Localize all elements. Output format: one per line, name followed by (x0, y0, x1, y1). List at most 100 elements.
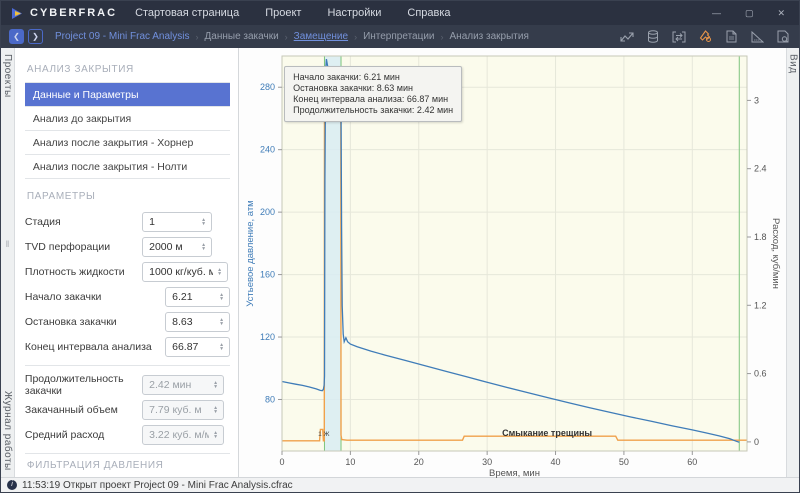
chart-tooltip: Начало закачки: 6.21 мин Остановка закач… (284, 66, 462, 122)
injection-stop-input[interactable] (166, 316, 217, 328)
svg-text:20: 20 (414, 457, 424, 467)
derived-row-injected-volume: Закачанный объем ▲▼ (25, 397, 230, 422)
divider (25, 453, 230, 454)
param-label: TVD перфорации (25, 241, 142, 253)
nav-after-closure-horner[interactable]: Анализ после закрытия - Хорнер (25, 131, 230, 155)
param-label: Стадия (25, 216, 142, 228)
tooltip-line: Продолжительность закачки: 2.42 мин (293, 105, 453, 116)
param-label: Остановка закачки (25, 316, 165, 328)
injection-start-stepper[interactable]: ▲▼ (165, 287, 230, 307)
tvd-input[interactable] (143, 241, 199, 253)
close-button[interactable]: ✕ (777, 8, 785, 19)
param-row-injection-stop: Остановка закачки ▲▼ (25, 309, 230, 334)
app-window: CYBERFRAC Стартовая страница Проект Наст… (0, 0, 800, 493)
transfer-icon[interactable] (671, 29, 687, 45)
injected-volume-value (143, 404, 211, 416)
svg-text:Время, мин: Время, мин (489, 468, 540, 479)
breadcrumb-injection-data[interactable]: Данные закачки (205, 31, 279, 42)
svg-text:2.4: 2.4 (754, 164, 767, 174)
menu-settings[interactable]: Настройки (327, 7, 381, 19)
svg-text:Устьевое давление, атм: Устьевое давление, атм (245, 200, 256, 306)
spinner-arrows-icon[interactable]: ▲▼ (217, 318, 226, 326)
fluid-density-input[interactable] (143, 266, 215, 278)
analysis-end-input[interactable] (166, 341, 217, 353)
report-icon[interactable] (775, 29, 791, 45)
forward-button[interactable]: ❯ (28, 29, 43, 44)
param-row-tvd: TVD перфорации ▲▼ (25, 234, 230, 259)
compare-trends-icon[interactable] (619, 29, 635, 45)
breadcrumb-project[interactable]: Project 09 - Mini Frac Analysis (55, 31, 190, 42)
spinner-arrows-icon: ▲▼ (211, 431, 220, 439)
csv-file-icon[interactable] (723, 29, 739, 45)
injection-start-input[interactable] (166, 291, 217, 303)
nav-data-and-parameters[interactable]: Данные и Параметры (25, 83, 230, 107)
spinner-arrows-icon[interactable]: ▲▼ (217, 343, 226, 351)
injection-duration-field: ▲▼ (142, 375, 224, 395)
window-controls: — ▢ ✕ (712, 8, 799, 19)
breadcrumb-displacement[interactable]: Замещение (294, 31, 348, 42)
param-row-stage: Стадия ▲▼ (25, 209, 230, 234)
menu-project[interactable]: Проект (265, 7, 301, 19)
breadcrumb-closure-analysis[interactable]: Анализ закрытия (450, 31, 529, 42)
svg-text:1.2: 1.2 (754, 300, 767, 310)
analysis-end-stepper[interactable]: ▲▼ (165, 337, 230, 357)
maximize-button[interactable]: ▢ (745, 8, 754, 19)
param-label: Плотность жидкости (25, 266, 142, 278)
breadcrumb-separator: › (285, 32, 288, 42)
brand-name: CYBERFRAC (30, 7, 117, 19)
breadcrumb: Project 09 - Mini Frac Analysis › Данные… (55, 31, 529, 42)
svg-text:280: 280 (260, 82, 275, 92)
menu-help[interactable]: Справка (407, 7, 450, 19)
section-title-parameters: ПАРАМЕТРЫ (27, 191, 230, 202)
minimize-button[interactable]: — (712, 8, 721, 19)
tvd-stepper[interactable]: ▲▼ (142, 237, 212, 257)
menu-start-page[interactable]: Стартовая страница (135, 7, 239, 19)
param-label: Закачанный объем (25, 404, 142, 416)
param-row-injection-start: Начало закачки ▲▼ (25, 284, 230, 309)
svg-text:200: 200 (260, 207, 275, 217)
chart-toolbar (619, 29, 791, 45)
tab-view[interactable]: Вид (788, 48, 799, 80)
section-title-closure-analysis: АНАЛИЗ ЗАКРЫТИЯ (27, 64, 230, 75)
breadcrumb-interpretations[interactable]: Интерпретации (363, 31, 434, 42)
fluid-density-stepper[interactable]: ▲▼ (142, 262, 228, 282)
svg-text:30: 30 (482, 457, 492, 467)
param-row-fluid-density: Плотность жидкости ▲▼ (25, 259, 230, 284)
database-icon[interactable] (645, 29, 661, 45)
analysis-nav: Данные и Параметры Анализ до закрытия Ан… (25, 82, 230, 179)
info-icon: i (7, 480, 17, 490)
nav-after-closure-nolte[interactable]: Анализ после закрытия - Нолти (25, 155, 230, 179)
svg-text:120: 120 (260, 332, 275, 342)
spinner-arrows-icon[interactable]: ▲▼ (199, 218, 208, 226)
svg-text:Расход, куб/мин: Расход, куб/мин (770, 218, 781, 289)
chart-area: 01020304050608012016020024028000.61.21.8… (239, 48, 786, 477)
tab-projects[interactable]: Проекты (2, 48, 13, 104)
splitter-grip[interactable]: ‖ (6, 239, 10, 249)
closure-analysis-panel: АНАЛИЗ ЗАКРЫТИЯ Данные и Параметры Анали… (15, 48, 239, 477)
svg-text:60: 60 (687, 457, 697, 467)
param-label: Средний расход (25, 429, 142, 441)
tooltip-line: Остановка закачки: 8.63 мин (293, 83, 453, 94)
tab-work-log[interactable]: Журнал работы (2, 385, 13, 477)
svg-text:0.6: 0.6 (754, 369, 767, 379)
spinner-arrows-icon[interactable]: ▲▼ (215, 268, 224, 276)
svg-text:10: 10 (345, 457, 355, 467)
svg-text:240: 240 (260, 145, 275, 155)
injection-stop-stepper[interactable]: ▲▼ (165, 312, 230, 332)
spinner-arrows-icon[interactable]: ▲▼ (217, 293, 226, 301)
stage-stepper[interactable]: ▲▼ (142, 212, 212, 232)
nav-before-closure[interactable]: Анализ до закрытия (25, 107, 230, 131)
svg-text:1.8: 1.8 (754, 232, 767, 242)
tooltip-line: Конец интервала анализа: 66.87 мин (293, 94, 453, 105)
breadcrumb-bar: ❮ ❯ Project 09 - Mini Frac Analysis › Да… (1, 25, 799, 48)
stage-input[interactable] (143, 216, 199, 228)
ruler-icon[interactable] (749, 29, 765, 45)
cyberfrac-logo-icon (11, 7, 24, 20)
back-button[interactable]: ❮ (9, 29, 24, 44)
svg-text:80: 80 (265, 394, 275, 404)
left-dock-strip: Проекты ‖ Журнал работы (1, 48, 15, 477)
param-row-analysis-end: Конец интервала анализа ▲▼ (25, 334, 230, 359)
frac-pump-icon[interactable] (697, 29, 713, 45)
main-menu: Стартовая страница Проект Настройки Спра… (135, 7, 450, 19)
spinner-arrows-icon[interactable]: ▲▼ (199, 243, 208, 251)
